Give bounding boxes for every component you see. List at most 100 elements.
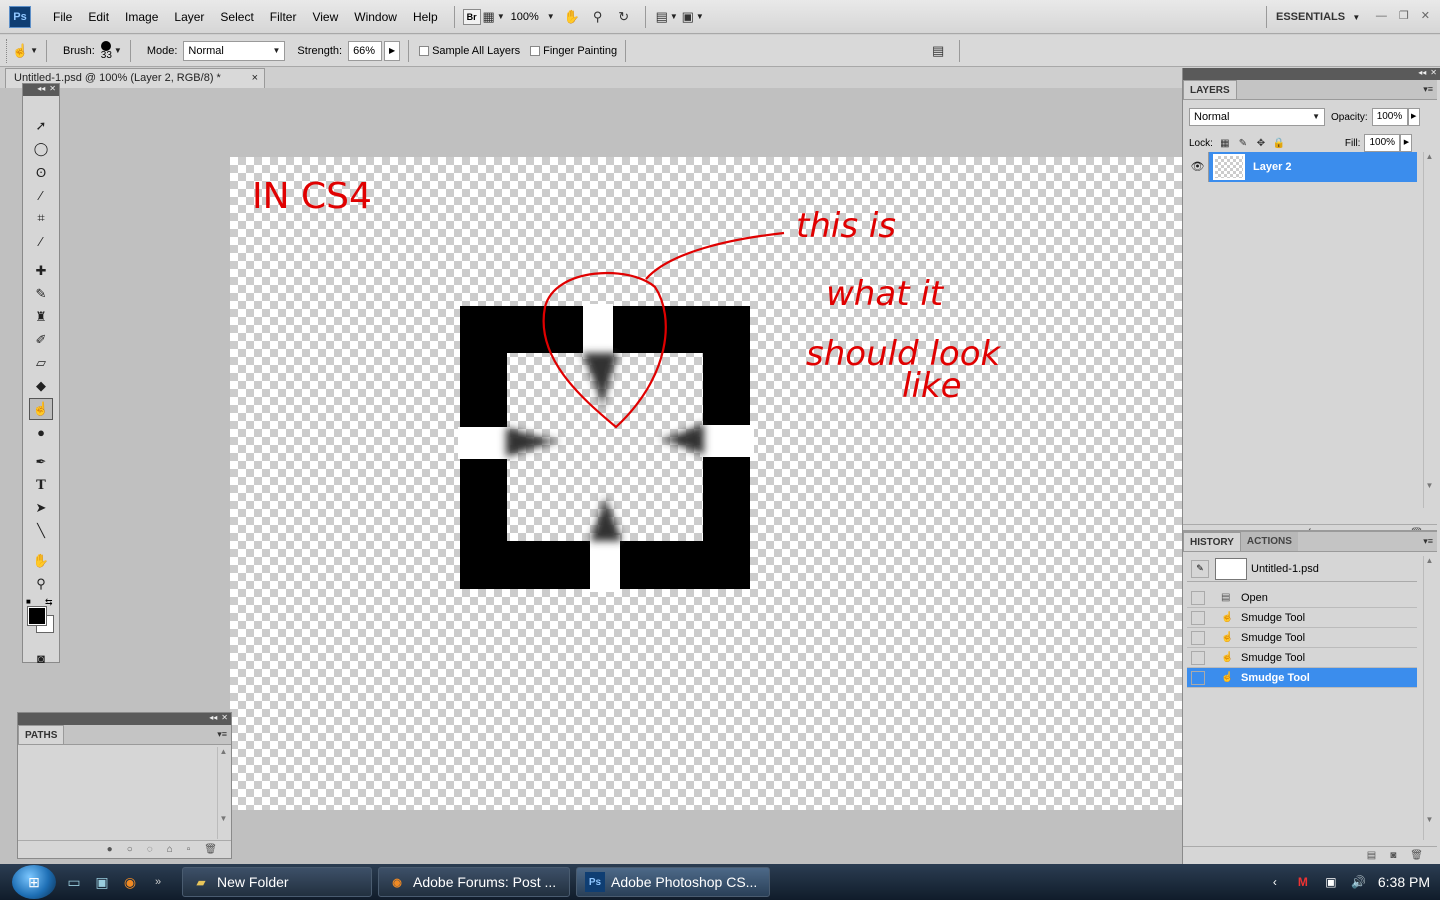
brush-picker[interactable]: 33 <box>101 40 112 61</box>
tab-paths[interactable]: PATHS <box>18 725 65 744</box>
tab-history[interactable]: HISTORY <box>1183 532 1241 551</box>
collapse-icon[interactable]: ◂◂ <box>37 84 45 96</box>
close-icon[interactable]: ✕ <box>49 84 56 96</box>
new-document-from-state-icon[interactable]: ▤ <box>1367 850 1376 861</box>
tab-layers[interactable]: LAYERS <box>1183 80 1237 99</box>
new-snapshot-icon[interactable]: ◙ <box>1390 850 1396 861</box>
clock[interactable]: 6:38 PM <box>1378 874 1430 890</box>
close-icon[interactable]: ✕ <box>1421 0 1430 32</box>
eraser-icon[interactable]: ▱ <box>29 352 53 374</box>
clone-stamp-icon[interactable]: ♜ <box>29 306 53 328</box>
history-state[interactable]: ☝ Smudge Tool <box>1187 648 1417 668</box>
line-tool-icon[interactable]: ╲ <box>29 520 53 542</box>
quick-selection-icon[interactable]: ⁄ <box>29 184 53 206</box>
workspace-switcher[interactable]: ESSENTIALS ▼ <box>1276 0 1360 35</box>
menu-filter[interactable]: Filter <box>262 0 305 34</box>
zoom-level-dropdown[interactable]: 100% ▼ <box>511 11 555 23</box>
network-icon[interactable]: ▣ <box>1322 873 1340 891</box>
close-icon[interactable]: ✕ <box>1430 68 1437 80</box>
history-brush-source-icon[interactable]: ✎ <box>1191 559 1209 578</box>
zoom-tool-icon[interactable]: ⚲ <box>588 8 608 26</box>
firefox-quicklaunch-icon[interactable]: ◉ <box>120 872 140 892</box>
collapse-icon[interactable]: ◂◂ <box>1418 68 1426 80</box>
volume-icon[interactable]: 🔊 <box>1350 873 1368 891</box>
layer-row[interactable]: 👁 Layer 2 <box>1187 152 1417 182</box>
finger-painting-checkbox[interactable] <box>530 45 541 56</box>
scroll-up-icon[interactable]: ▲ <box>1424 556 1435 565</box>
history-scrollbar[interactable]: ▲ ▼ <box>1423 556 1435 840</box>
close-icon[interactable]: × <box>252 69 258 88</box>
arrange-documents-icon[interactable]: ▤ ▼ <box>656 8 678 26</box>
screen-mode-icon[interactable]: ▣ ▼ <box>682 8 704 26</box>
start-button[interactable]: ⊞ <box>12 865 56 899</box>
lock-pixels-icon[interactable]: ✎ <box>1237 137 1249 149</box>
fill-path-icon[interactable]: ● <box>107 844 113 855</box>
history-state[interactable]: ▤ Open <box>1187 588 1417 608</box>
visibility-eye-icon[interactable]: 👁 <box>1187 152 1209 182</box>
menu-file[interactable]: File <box>45 0 80 34</box>
chevron-down-icon[interactable]: ▼ <box>114 46 122 55</box>
dock-header[interactable]: ◂◂ ✕ <box>1183 68 1440 80</box>
smudge-tool-preset-icon[interactable]: ☝ ▼ <box>12 42 38 60</box>
lock-position-icon[interactable]: ✥ <box>1255 137 1267 149</box>
hand-tool-icon[interactable]: ✋ <box>562 8 582 26</box>
scroll-down-icon[interactable]: ▼ <box>1424 815 1435 824</box>
history-state[interactable]: ☝ Smudge Tool <box>1187 608 1417 628</box>
show-desktop-icon[interactable]: ▭ <box>64 872 84 892</box>
scroll-up-icon[interactable]: ▲ <box>1424 152 1435 161</box>
history-source-box[interactable] <box>1191 650 1205 665</box>
move-tool-icon[interactable]: ➚ <box>29 115 53 137</box>
paths-scrollbar[interactable]: ▲ ▼ <box>217 747 229 839</box>
history-brush-icon[interactable]: ✐ <box>29 329 53 351</box>
panel-menu-icon[interactable]: ▾≡ <box>1423 84 1433 95</box>
quicklaunch-overflow-icon[interactable]: » <box>148 872 168 892</box>
history-state-current[interactable]: ☝ Smudge Tool <box>1187 668 1417 688</box>
fill-slider-button[interactable]: ▶ <box>1400 134 1413 152</box>
lock-all-icon[interactable]: 🔒 <box>1273 137 1285 149</box>
swap-colors-icon[interactable]: ⇆ <box>45 597 53 608</box>
tools-panel-header[interactable]: ◂◂ ✕ <box>23 84 59 96</box>
crop-tool-icon[interactable]: ⌗ <box>29 207 53 229</box>
dodge-tool-icon[interactable]: ● <box>29 421 53 443</box>
zoom-tool-icon[interactable]: ⚲ <box>29 573 53 595</box>
history-source-box[interactable] <box>1191 590 1205 605</box>
taskbar-button-firefox[interactable]: ◉ Adobe Forums: Post ... <box>378 867 570 897</box>
strength-input[interactable]: 66% <box>348 40 383 61</box>
history-source-box[interactable] <box>1191 630 1205 645</box>
history-snapshot[interactable]: ✎ Untitled-1.psd <box>1187 556 1417 582</box>
delete-path-icon[interactable]: 🗑 <box>204 844 217 855</box>
brush-tool-icon[interactable]: ✎ <box>29 283 53 305</box>
menu-help[interactable]: Help <box>405 0 446 34</box>
switch-windows-icon[interactable]: ▣ <box>92 872 112 892</box>
stroke-path-icon[interactable]: ○ <box>127 844 133 855</box>
type-tool-icon[interactable]: T <box>29 474 53 496</box>
scroll-down-icon[interactable]: ▼ <box>1424 481 1435 490</box>
mcafee-icon[interactable]: M <box>1294 873 1312 891</box>
pen-tool-icon[interactable]: ✒ <box>29 451 53 473</box>
lasso-tool-icon[interactable]: ʘ <box>29 161 53 183</box>
load-selection-icon[interactable]: ◌ <box>147 844 153 855</box>
opacity-input[interactable]: 100% <box>1371 108 1408 126</box>
tray-expand-icon[interactable]: ‹ <box>1266 873 1284 891</box>
default-colors-icon[interactable]: ■ <box>26 597 31 606</box>
quick-mask-icon[interactable]: ◙ <box>29 647 53 669</box>
delete-state-icon[interactable]: 🗑 <box>1410 850 1423 861</box>
elliptical-marquee-icon[interactable]: ◯ <box>29 138 53 160</box>
rotate-view-icon[interactable]: ↻ <box>614 8 634 26</box>
scroll-down-icon[interactable]: ▼ <box>218 814 229 823</box>
minimize-icon[interactable]: — <box>1376 0 1387 32</box>
layers-scrollbar[interactable]: ▲ ▼ <box>1423 152 1435 508</box>
eyedropper-icon[interactable]: ∕ <box>29 230 53 252</box>
sample-all-layers-checkbox[interactable] <box>419 45 430 56</box>
path-selection-icon[interactable]: ➤ <box>29 497 53 519</box>
blend-mode-dropdown[interactable]: Normal ▼ <box>1189 108 1325 126</box>
mode-dropdown[interactable]: Normal ▼ <box>183 40 286 61</box>
menu-edit[interactable]: Edit <box>80 0 117 34</box>
history-source-box[interactable] <box>1191 670 1205 685</box>
smudge-tool-icon[interactable]: ☝ <box>29 398 53 420</box>
new-path-icon[interactable]: ▫ <box>187 844 191 855</box>
scroll-up-icon[interactable]: ▲ <box>218 747 229 756</box>
menu-window[interactable]: Window <box>346 0 405 34</box>
brush-panel-toggle-icon[interactable]: ▤ <box>928 42 948 60</box>
foreground-color-swatch[interactable] <box>27 606 47 626</box>
